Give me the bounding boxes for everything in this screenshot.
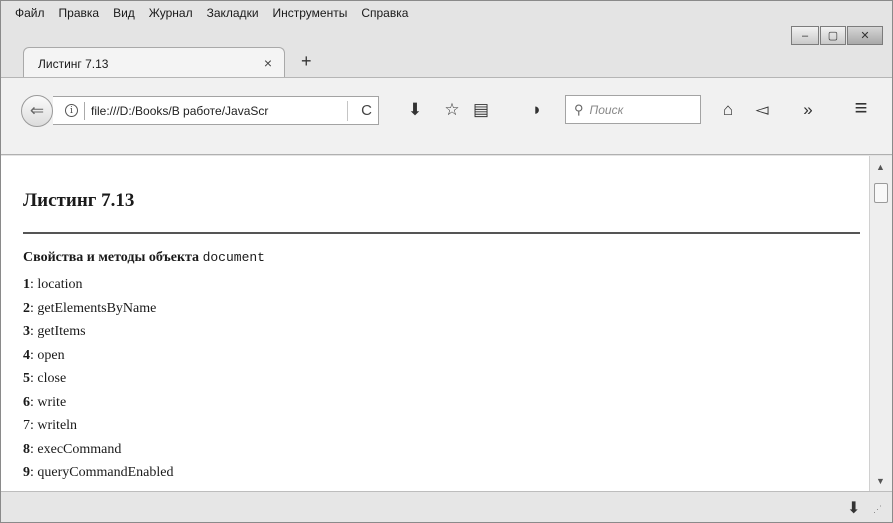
- back-button[interactable]: ⇐: [21, 95, 53, 127]
- search-input[interactable]: ⚲ Поиск: [565, 95, 701, 124]
- bookmark-star-icon[interactable]: ☆: [441, 100, 463, 120]
- item-name: : open: [30, 347, 65, 363]
- horizontal-rule: [23, 232, 860, 234]
- list-item: 5: close: [23, 367, 173, 391]
- download-arrow-icon[interactable]: ⬇: [404, 100, 426, 120]
- tab-close-icon[interactable]: ×: [264, 55, 272, 71]
- item-name: : queryCommandEnabled: [30, 465, 174, 480]
- menu-help[interactable]: Справка: [361, 6, 408, 20]
- menu-tools[interactable]: Инструменты: [273, 6, 348, 20]
- subtitle-code: document: [202, 250, 265, 265]
- list-item: 4: open: [23, 344, 173, 368]
- url-text[interactable]: file:///D:/Books/В работе/JavaScr: [91, 104, 321, 118]
- page-title: Листинг 7.13: [23, 190, 135, 211]
- reader-view-icon[interactable]: ▤: [470, 100, 492, 120]
- item-number: 3: [23, 324, 30, 339]
- page-subtitle: Свойства и методы объекта document: [23, 250, 265, 266]
- menu-bookmarks[interactable]: Закладки: [207, 6, 259, 20]
- item-number: 7: [23, 418, 30, 433]
- tab-title: Листинг 7.13: [38, 56, 109, 71]
- tab-active[interactable]: Листинг 7.13 ×: [23, 47, 285, 79]
- share-icon[interactable]: ◅: [751, 100, 773, 120]
- vertical-scrollbar[interactable]: ▲ ▼: [869, 156, 892, 491]
- list-item: 7: writeln: [23, 414, 173, 438]
- item-name: : execCommand: [30, 441, 122, 457]
- property-list: 1: location 2: getElementsByName 3: getI…: [23, 273, 173, 485]
- list-item: 9: queryCommandEnabled: [23, 461, 173, 485]
- url-divider: [347, 101, 348, 121]
- item-number: 8: [23, 441, 30, 457]
- scroll-down-icon[interactable]: ▼: [876, 476, 885, 486]
- item-number: 5: [23, 371, 30, 386]
- tab-strip: Листинг 7.13 × +: [1, 43, 892, 79]
- search-placeholder: Поиск: [589, 102, 624, 117]
- item-name: : writeln: [30, 418, 78, 433]
- info-icon[interactable]: i: [65, 104, 78, 117]
- item-number: 9: [23, 465, 30, 480]
- scroll-up-icon[interactable]: ▲: [876, 162, 885, 172]
- scroll-thumb[interactable]: [874, 183, 888, 203]
- menu-edit[interactable]: Правка: [59, 6, 100, 20]
- list-item: 8: execCommand: [23, 438, 173, 462]
- status-bar: ⬇ ⋰: [1, 491, 892, 522]
- item-name: : write: [30, 394, 67, 410]
- item-number: 6: [23, 394, 30, 410]
- item-number: 2: [23, 300, 30, 316]
- page-content: Листинг 7.13 Свойства и методы объекта d…: [1, 156, 869, 491]
- list-item: 6: write: [23, 391, 173, 415]
- item-number: 4: [23, 347, 30, 363]
- list-item: 1: location: [23, 273, 173, 297]
- downloads-icon[interactable]: ⬇: [847, 498, 860, 518]
- reload-icon[interactable]: C: [361, 102, 372, 119]
- new-tab-button[interactable]: +: [301, 51, 312, 72]
- item-name: : getElementsByName: [30, 300, 157, 316]
- list-item: 2: getElementsByName: [23, 297, 173, 321]
- menu-file[interactable]: Файл: [15, 6, 45, 20]
- menu-view[interactable]: Вид: [113, 6, 135, 20]
- item-name: : location: [30, 277, 83, 292]
- browser-window: Файл Правка Вид Журнал Закладки Инструме…: [0, 0, 893, 523]
- resize-grip-icon[interactable]: ⋰: [873, 504, 882, 515]
- home-icon[interactable]: ⌂: [717, 100, 739, 120]
- item-name: : getItems: [30, 324, 86, 339]
- toolbar-gap: [1, 141, 892, 155]
- pocket-icon[interactable]: ◗: [526, 100, 548, 120]
- search-icon: ⚲: [574, 101, 584, 117]
- list-item: 3: getItems: [23, 320, 173, 344]
- back-arrow-icon: ⇐: [29, 101, 45, 120]
- menu-bar: Файл Правка Вид Журнал Закладки Инструме…: [1, 1, 892, 25]
- url-separator: [84, 101, 85, 120]
- url-bar[interactable]: i file:///D:/Books/В работе/JavaScr C: [53, 96, 379, 125]
- navigation-toolbar: ⇐ i file:///D:/Books/В работе/JavaScr C …: [1, 77, 892, 141]
- hamburger-menu-icon[interactable]: ≡: [850, 95, 872, 121]
- subtitle-text: Свойства и методы объекта: [23, 250, 200, 265]
- overflow-chevron-icon[interactable]: »: [797, 100, 819, 120]
- item-number: 1: [23, 277, 30, 292]
- menu-history[interactable]: Журнал: [149, 6, 193, 20]
- item-name: : close: [30, 371, 67, 386]
